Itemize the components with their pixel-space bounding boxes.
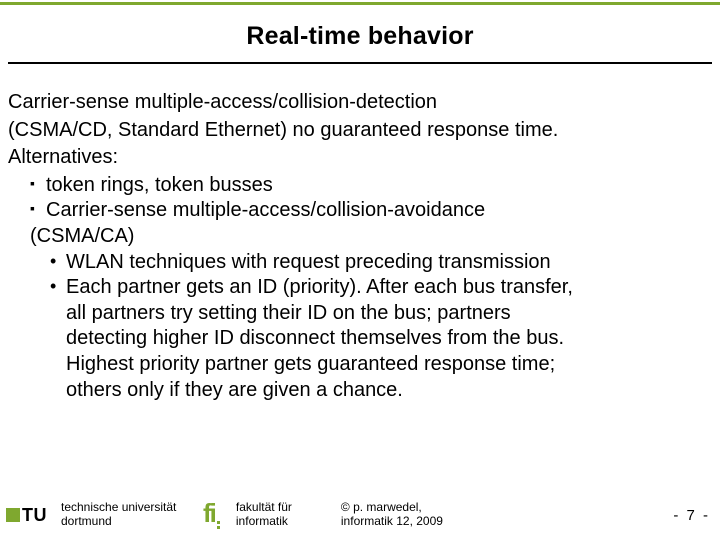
bullet-item: token rings, token busses (30, 173, 712, 199)
bullet-continuation: all partners try setting their ID on the… (8, 301, 712, 327)
slide-footer: TU technische universität dortmund fi fa… (0, 496, 720, 534)
fi-logo-squares-icon (217, 521, 220, 529)
bullet-item: Carrier-sense multiple-access/collision-… (30, 198, 712, 224)
bullet-level2: WLAN techniques with request preceding t… (8, 250, 712, 276)
fi-logo: fi (203, 500, 220, 531)
tu-logo-text: TU (22, 505, 47, 526)
title-underline (8, 62, 712, 64)
body-line: Alternatives: (8, 145, 712, 171)
bullet-level2: Each partner gets an ID (priority). Afte… (8, 275, 712, 301)
bullet-continuation: detecting higher ID disconnect themselve… (8, 326, 712, 352)
footer-line: fakultät für (236, 501, 321, 515)
bullet-continuation: (CSMA/CA) (8, 224, 712, 250)
bullet-item: WLAN techniques with request preceding t… (50, 250, 712, 276)
footer-line: informatik (236, 515, 321, 529)
title-area: Real-time behavior (0, 22, 720, 51)
footer-line: © p. marwedel, (341, 501, 481, 515)
bullet-level1: token rings, token busses (8, 173, 712, 199)
tu-logo-square-icon (6, 508, 20, 522)
fi-logo-text: fi (203, 498, 215, 529)
body-line: (CSMA/CA) (30, 224, 712, 250)
body-line: Carrier-sense multiple-access/collision-… (8, 90, 712, 116)
tu-logo: TU (6, 505, 47, 526)
bullet-continuation: others only if they are given a chance. (8, 378, 712, 404)
body-line: (CSMA/CD, Standard Ethernet) no guarante… (8, 118, 712, 144)
university-name: technische universität dortmund (61, 501, 191, 529)
slide-title: Real-time behavior (0, 22, 720, 51)
top-accent-bar (0, 2, 720, 5)
footer-row: TU technische universität dortmund fi fa… (0, 496, 720, 534)
slide-body: Carrier-sense multiple-access/collision-… (8, 90, 712, 403)
footer-line: informatik 12, 2009 (341, 515, 481, 529)
footer-line: dortmund (61, 515, 191, 529)
faculty-name: fakultät für informatik (236, 501, 321, 529)
slide: Real-time behavior Carrier-sense multipl… (0, 0, 720, 540)
copyright: © p. marwedel, informatik 12, 2009 (341, 501, 481, 529)
bullet-item: Each partner gets an ID (priority). Afte… (50, 275, 712, 301)
bullet-level1: Carrier-sense multiple-access/collision-… (8, 198, 712, 224)
footer-line: technische universität (61, 501, 191, 515)
bullet-continuation: Highest priority partner gets guaranteed… (8, 352, 712, 378)
page-number: - 7 - (673, 507, 710, 524)
